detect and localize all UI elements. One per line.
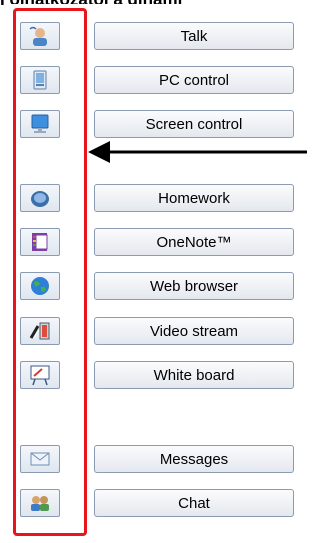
video-stream-icon xyxy=(28,320,52,342)
talk-button[interactable]: Talk xyxy=(94,22,294,50)
row-web-browser: Web browser xyxy=(20,272,295,300)
row-screen-control: Screen control xyxy=(20,110,295,138)
onenote-icon xyxy=(28,231,52,253)
tool-panel: Talk PC control Screen control Homework … xyxy=(12,4,295,540)
homework-icon xyxy=(28,187,52,209)
row-pc-control: PC control xyxy=(20,66,295,94)
row-talk: Talk xyxy=(20,22,295,50)
web-browser-icon xyxy=(28,275,52,297)
white-board-button[interactable]: White board xyxy=(94,361,294,389)
pc-control-button[interactable]: PC control xyxy=(94,66,294,94)
web-browser-icon-button[interactable] xyxy=(20,272,60,300)
talk-icon xyxy=(27,25,53,47)
onenote-button[interactable]: OneNote™ xyxy=(94,228,294,256)
pc-control-icon-button[interactable] xyxy=(20,66,60,94)
row-homework: Homework xyxy=(20,184,295,212)
homework-icon-button[interactable] xyxy=(20,184,60,212)
chat-icon xyxy=(28,492,52,514)
chat-icon-button[interactable] xyxy=(20,489,60,517)
onenote-icon-button[interactable] xyxy=(20,228,60,256)
row-chat: Chat xyxy=(20,489,295,517)
messages-icon xyxy=(28,448,52,470)
homework-button[interactable]: Homework xyxy=(94,184,294,212)
row-white-board: White board xyxy=(20,361,295,389)
video-stream-icon-button[interactable] xyxy=(20,317,60,345)
left-arrow-annotation xyxy=(88,141,307,163)
screen-control-button[interactable]: Screen control xyxy=(94,110,294,138)
web-browser-button[interactable]: Web browser xyxy=(94,272,294,300)
video-stream-button[interactable]: Video stream xyxy=(94,317,294,345)
row-messages: Messages xyxy=(20,445,295,473)
messages-button[interactable]: Messages xyxy=(94,445,294,473)
chat-button[interactable]: Chat xyxy=(94,489,294,517)
messages-icon-button[interactable] xyxy=(20,445,60,473)
pc-control-icon xyxy=(28,69,52,91)
white-board-icon-button[interactable] xyxy=(20,361,60,389)
screen-control-icon-button[interactable] xyxy=(20,110,60,138)
talk-icon-button[interactable] xyxy=(20,22,60,50)
row-video-stream: Video stream xyxy=(20,317,295,345)
row-onenote: OneNote™ xyxy=(20,228,295,256)
white-board-icon xyxy=(28,364,52,386)
screen-control-icon xyxy=(28,113,52,135)
